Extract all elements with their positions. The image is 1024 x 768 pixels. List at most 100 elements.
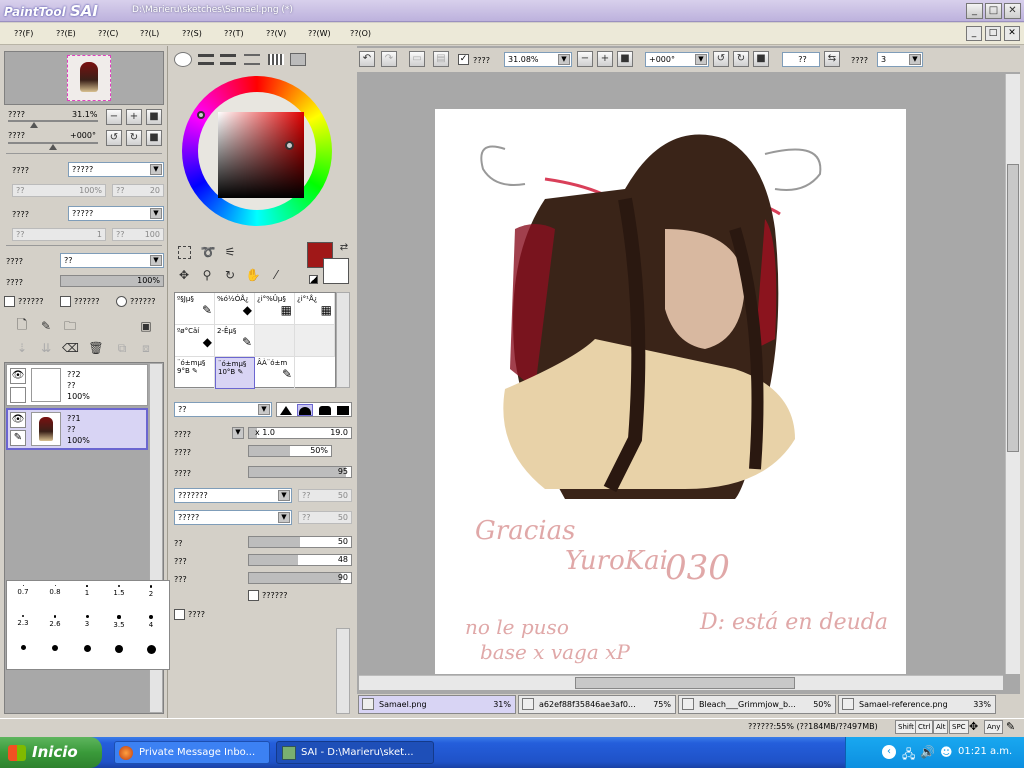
opacity-bar[interactable]: 100% xyxy=(60,275,164,287)
vertical-scrollbar[interactable] xyxy=(1005,74,1020,674)
file-tab[interactable]: Bleach___Grimmjow_b... 50% xyxy=(678,695,836,714)
size-preset[interactable] xyxy=(39,641,71,671)
blend-mode-select[interactable]: ?? ▼ xyxy=(60,253,164,268)
zoom-in-button[interactable]: + xyxy=(126,109,142,125)
user-icon[interactable]: ☻ xyxy=(940,745,953,759)
size-mult-dropdown[interactable]: ▼ xyxy=(232,427,244,439)
color-wheel-tab-icon[interactable] xyxy=(174,52,192,67)
canvas-zoom-reset-button[interactable]: ■ xyxy=(617,51,633,67)
field-3[interactable]: ?? 1 xyxy=(12,228,106,241)
canvas-rotate-left-button[interactable]: ↺ xyxy=(713,51,729,67)
brush-slot[interactable]: ¿i°%Ûµ§ ▦ xyxy=(255,293,295,325)
new-folder-icon[interactable]: 🗀 xyxy=(62,318,78,334)
zoom-slider[interactable] xyxy=(8,120,98,122)
advanced-checkbox[interactable] xyxy=(174,609,185,620)
undo-button[interactable]: ↶ xyxy=(359,51,375,67)
brush-shape-selector[interactable] xyxy=(276,402,352,417)
persistence-bar[interactable]: 90 xyxy=(248,572,352,584)
stabilizer-select[interactable]: 3 ▼ xyxy=(877,52,923,67)
shape-round-icon[interactable] xyxy=(297,404,313,416)
menu-file[interactable]: ??(F) xyxy=(14,29,33,38)
file-tab[interactable]: Samael-reference.png 33% xyxy=(838,695,996,714)
rgb-slider-tab-icon[interactable] xyxy=(198,54,214,65)
selection-show-checkbox[interactable]: ✓ xyxy=(458,54,469,65)
close-button[interactable]: ✕ xyxy=(1004,3,1021,19)
clock[interactable]: 01:21 a.m. xyxy=(958,746,1012,757)
swap-colors-icon[interactable]: ⇄ xyxy=(336,240,352,256)
new-linework-icon[interactable]: ✎ xyxy=(38,318,54,334)
secondary-color-swatch[interactable] xyxy=(323,258,349,284)
brush-slot-empty[interactable] xyxy=(255,325,295,357)
canvas-zoom-in-button[interactable]: + xyxy=(597,51,613,67)
brush-mode-select[interactable]: ?? ▼ xyxy=(174,402,272,417)
navigator[interactable] xyxy=(4,51,164,105)
canvas-rotate-reset-button[interactable]: ■ xyxy=(753,51,769,67)
size-preset[interactable]: 3.5 xyxy=(103,611,135,641)
navigator-thumbnail[interactable] xyxy=(67,55,111,101)
angle-select[interactable]: +000° ▼ xyxy=(645,52,709,67)
flatten-icon[interactable]: ⧈ xyxy=(138,340,154,356)
rotate-right-button[interactable]: ↻ xyxy=(126,130,142,146)
merge-down-icon[interactable]: ⇊ xyxy=(38,340,54,356)
menu-window[interactable]: ??(W) xyxy=(308,29,331,38)
rotate-reset-button[interactable]: ■ xyxy=(146,130,162,146)
size-preset-scrollbar[interactable] xyxy=(336,628,350,714)
menu-canvas[interactable]: ??(C) xyxy=(98,29,118,38)
sv-marker[interactable] xyxy=(285,141,294,150)
vertical-scroll-thumb[interactable] xyxy=(1007,164,1019,452)
size-preset[interactable]: 1 xyxy=(71,581,103,611)
size-preset[interactable]: 2 xyxy=(135,581,167,611)
radio-1[interactable] xyxy=(116,296,127,307)
brush-scrollbar[interactable] xyxy=(336,292,350,388)
texture2-strength[interactable]: ?? 50 xyxy=(298,511,352,524)
size-preset[interactable]: 3 xyxy=(71,611,103,641)
texture1-select[interactable]: ??????? ▼ xyxy=(174,488,292,503)
canvas-rotate-right-button[interactable]: ↻ xyxy=(733,51,749,67)
size-preset[interactable]: 2.6 xyxy=(39,611,71,641)
menu-view[interactable]: ??(V) xyxy=(266,29,286,38)
delete-layer-icon[interactable]: 🗑 xyxy=(88,340,104,356)
texture1-strength[interactable]: ?? 50 xyxy=(298,489,352,502)
size-preset[interactable]: 4 xyxy=(135,611,167,641)
zoom-select[interactable]: 31.08% ▼ xyxy=(504,52,572,67)
move-icon[interactable]: ✥ xyxy=(176,267,192,283)
brush-slot-selected[interactable]: ¨ó±mµ§ 10°B ✎ xyxy=(215,357,255,389)
zoom-out-button[interactable]: − xyxy=(106,109,122,125)
density-bar[interactable]: 95 xyxy=(248,466,352,478)
field-1[interactable]: ?? 100% xyxy=(12,184,106,197)
size-preset[interactable]: 0.8 xyxy=(39,581,71,611)
brush-slot[interactable]: º§Jµ§ ✎ xyxy=(175,293,215,325)
new-layer-icon[interactable]: 🗋 xyxy=(14,318,30,334)
brush-slot[interactable]: ¿i°¹Å¿ ▦ xyxy=(295,293,335,325)
mode1-select[interactable]: ????? ▼ xyxy=(68,162,164,177)
layer-row[interactable]: 👁 ??2 ?? 100% xyxy=(6,364,148,406)
rotate-left-button[interactable]: ↺ xyxy=(106,130,122,146)
brush-slot[interactable]: ÂÀ¨ó±m ✎ xyxy=(255,357,295,389)
select-rect-icon[interactable] xyxy=(178,246,191,259)
hue-marker[interactable] xyxy=(197,111,205,119)
brush-slot[interactable]: ¨ó±mµ§ 9°B ✎ xyxy=(175,357,215,389)
eye-icon[interactable]: 👁 xyxy=(10,368,26,384)
zoom-icon[interactable]: ⚲ xyxy=(199,267,215,283)
lasso-icon[interactable]: ➰ xyxy=(200,244,216,260)
saturation-value-square[interactable] xyxy=(218,112,304,198)
mode2-select[interactable]: ????? ▼ xyxy=(68,206,164,221)
blending-bar[interactable]: 50 xyxy=(248,536,352,548)
shape-square-icon[interactable] xyxy=(337,406,349,415)
dilution-bar[interactable]: 48 xyxy=(248,554,352,566)
flip-button[interactable]: ⇆ xyxy=(824,51,840,67)
menu-selection[interactable]: ??(S) xyxy=(182,29,202,38)
mdi-minimize-button[interactable]: _ xyxy=(966,26,982,41)
brush-slot[interactable]: ºø°Cäí ◆ xyxy=(175,325,215,357)
size-bar[interactable]: x 1.0 19.0 xyxy=(248,427,352,439)
layer-row-selected[interactable]: 👁 ✎ ??1 ?? 100% xyxy=(6,408,148,450)
keep-opacity-checkbox[interactable] xyxy=(248,590,259,601)
hsv-slider-tab-icon[interactable] xyxy=(220,54,236,65)
brush-slot[interactable]: %ó½ÓÅ¿ ◆ xyxy=(215,293,255,325)
file-tab[interactable]: a62ef88f35846ae3af0... 75% xyxy=(518,695,676,714)
file-tab-active[interactable]: Samael.png 31% xyxy=(358,695,516,714)
lock-icon[interactable] xyxy=(10,387,26,403)
taskbar-item-active[interactable]: SAI - D:\Marieru\sket... xyxy=(276,741,434,764)
size-preset[interactable] xyxy=(7,641,39,671)
redo-button[interactable]: ↷ xyxy=(381,51,397,67)
